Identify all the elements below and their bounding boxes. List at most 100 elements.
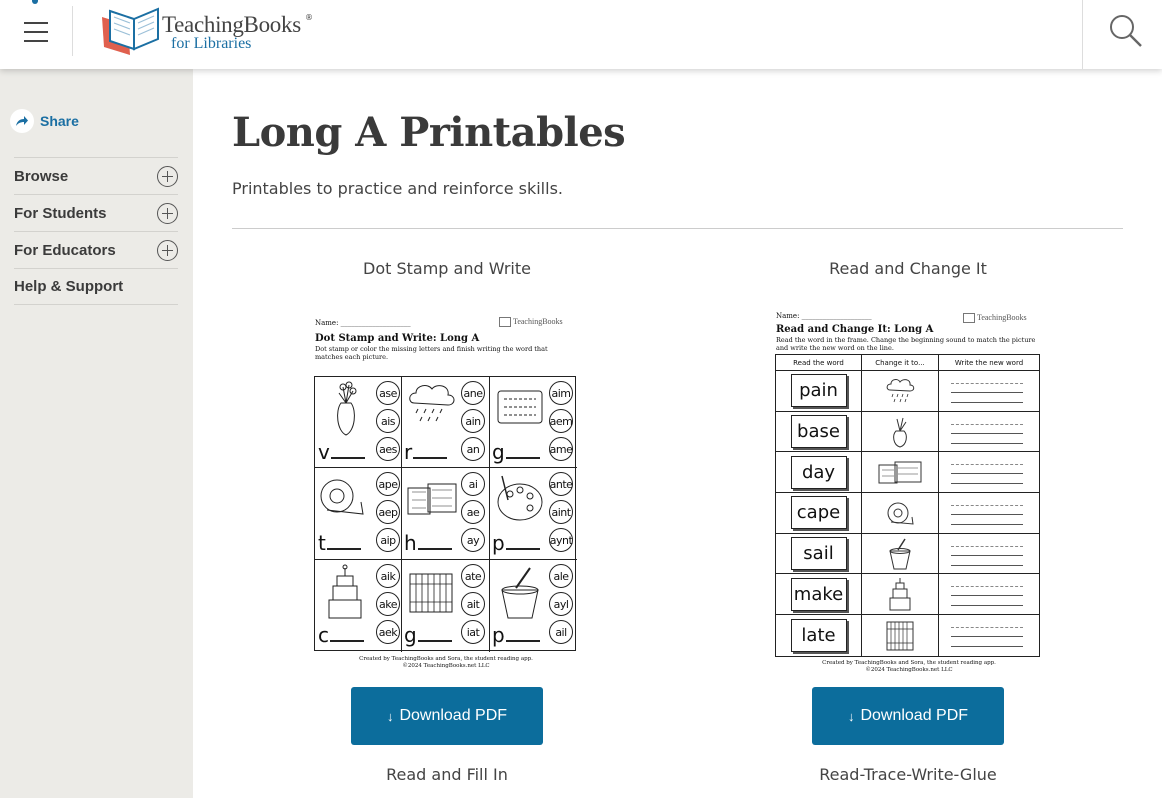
grid-cell: aik ake aek c bbox=[315, 560, 402, 652]
sheet-name-line: Name: ____________________ bbox=[776, 312, 872, 320]
share-button[interactable]: Share bbox=[10, 109, 79, 133]
option-circle: aem bbox=[549, 409, 573, 433]
table-header: Read the word Change it to... Write the … bbox=[776, 355, 1039, 371]
grid-cell: ante aint aynt p bbox=[490, 468, 577, 560]
gate-icon bbox=[409, 573, 453, 613]
grid-cell: ale ayl ail p bbox=[490, 560, 577, 652]
paint-palette-icon bbox=[497, 475, 543, 521]
gate-icon bbox=[886, 621, 914, 651]
sidebar-item-browse[interactable]: Browse bbox=[14, 157, 178, 194]
word-blank: t bbox=[318, 531, 361, 555]
rain-cloud-icon bbox=[886, 378, 915, 402]
table-row: late bbox=[776, 615, 1039, 656]
sidebar-item-help-support[interactable]: Help & Support bbox=[14, 268, 178, 305]
sand-pail-icon bbox=[889, 538, 911, 570]
main-content: Long A Printables Printables to practice… bbox=[193, 69, 1162, 798]
option-circle: ail bbox=[549, 620, 573, 644]
logo-subtitle: for Libraries bbox=[171, 35, 252, 52]
word-frame: make bbox=[790, 577, 847, 611]
sidebar-item-label: Browse bbox=[14, 167, 69, 185]
vase-icon bbox=[337, 381, 357, 436]
printable-card-dot-stamp: Dot Stamp and Write bbox=[297, 259, 597, 278]
column-header: Read the word bbox=[776, 355, 862, 370]
hay-bales-icon bbox=[878, 461, 922, 484]
word-blank: g bbox=[492, 440, 540, 464]
column-header: Change it to... bbox=[862, 355, 939, 370]
option-circle: ame bbox=[549, 437, 573, 461]
word-blank: v bbox=[318, 440, 365, 464]
sheet-logo: TeachingBooks bbox=[963, 313, 1027, 324]
download-pdf-button[interactable]: ↓ Download PDF bbox=[812, 687, 1004, 745]
sidebar-item-for-students[interactable]: For Students bbox=[14, 194, 178, 231]
worksheet-preview-dot-stamp[interactable]: Name: ____________________ TeachingBooks… bbox=[314, 314, 578, 676]
word-frame: sail bbox=[790, 537, 847, 571]
top-header: TeachingBooks ® for Libraries bbox=[0, 0, 1162, 69]
sidebar-item-for-educators[interactable]: For Educators bbox=[14, 231, 178, 268]
logo-registered-mark: ® bbox=[305, 13, 313, 22]
hay-bales-icon bbox=[407, 483, 457, 515]
option-circle: ay bbox=[461, 528, 485, 552]
expand-plus-icon[interactable] bbox=[157, 165, 178, 187]
page-subtitle: Printables to practice and reinforce ski… bbox=[232, 179, 563, 198]
rain-cloud-icon bbox=[409, 385, 455, 422]
option-circle: ale bbox=[549, 564, 573, 588]
table-row: sail bbox=[776, 533, 1039, 575]
option-circle: ate bbox=[461, 564, 485, 588]
expand-plus-icon[interactable] bbox=[157, 202, 178, 224]
word-frame: cape bbox=[790, 496, 847, 530]
grid-cell: ane ain an r bbox=[402, 377, 490, 468]
share-icon bbox=[10, 109, 34, 133]
word-blank: g bbox=[404, 623, 452, 647]
card-title: Dot Stamp and Write bbox=[363, 259, 531, 278]
option-circle: an bbox=[461, 437, 485, 461]
word-blank: p bbox=[492, 531, 540, 555]
sidebar-item-label: For Educators bbox=[14, 241, 116, 259]
sheet-footer: Created by TeachingBooks and Sora, the s… bbox=[822, 660, 996, 673]
grid-cell: ate ait iat g bbox=[402, 560, 490, 652]
card-title: Read and Fill In bbox=[386, 765, 508, 784]
cake-icon bbox=[889, 578, 911, 611]
sheet-name-line: Name: ____________________ bbox=[315, 319, 411, 327]
option-circle: ayl bbox=[549, 592, 573, 616]
table-row: cape bbox=[776, 493, 1039, 534]
board-game-icon bbox=[497, 390, 543, 424]
option-circle: ain bbox=[461, 409, 485, 433]
option-circle: ae bbox=[461, 500, 485, 524]
teachingbooks-logo[interactable]: TeachingBooks ® for Libraries bbox=[100, 3, 320, 58]
word-blank: p bbox=[492, 623, 540, 647]
sidebar-item-label: For Students bbox=[14, 204, 107, 222]
grid-cell: aim aem ame g bbox=[490, 377, 577, 468]
option-circle: iat bbox=[461, 620, 485, 644]
option-circle: ante bbox=[549, 472, 573, 496]
grid-cell: ape aep aip t bbox=[315, 468, 402, 560]
search-button[interactable] bbox=[1082, 0, 1162, 69]
card-title: Read and Change It bbox=[829, 259, 987, 278]
hamburger-menu-icon[interactable] bbox=[24, 22, 48, 42]
word-frame: day bbox=[790, 455, 847, 489]
option-circle: aim bbox=[549, 381, 573, 405]
sheet-instructions: Dot stamp or color the missing letters a… bbox=[315, 345, 548, 361]
sheet-footer: Created by TeachingBooks and Sora, the s… bbox=[359, 656, 533, 669]
expand-plus-icon[interactable] bbox=[157, 239, 178, 261]
header-divider bbox=[72, 6, 73, 56]
printable-card-read-fill-in: Read and Fill In bbox=[297, 765, 597, 784]
books-logo-icon bbox=[102, 7, 159, 55]
download-pdf-button[interactable]: ↓ Download PDF bbox=[351, 687, 543, 745]
option-circle: aik bbox=[376, 564, 400, 588]
download-button-label: Download PDF bbox=[860, 707, 969, 724]
sheet-logo: TeachingBooks bbox=[499, 317, 563, 328]
option-circle: aes bbox=[376, 437, 400, 461]
grid-cell: ase ais aes v bbox=[315, 377, 402, 468]
search-icon bbox=[1110, 15, 1142, 47]
page-title: Long A Printables bbox=[232, 109, 626, 156]
option-circle: aip bbox=[376, 528, 400, 552]
option-circle: aep bbox=[376, 500, 400, 524]
option-circle: ake bbox=[376, 592, 400, 616]
corner-accent bbox=[32, 0, 38, 4]
download-arrow-icon: ↓ bbox=[386, 708, 394, 724]
printable-card-read-change: Read and Change It bbox=[758, 259, 1058, 278]
word-frame: base bbox=[790, 415, 847, 449]
word-frame: late bbox=[790, 618, 847, 652]
printable-card-read-trace-write-glue: Read-Trace-Write-Glue bbox=[758, 765, 1058, 784]
worksheet-preview-read-change[interactable]: Name: ____________________ TeachingBooks… bbox=[775, 309, 1043, 677]
